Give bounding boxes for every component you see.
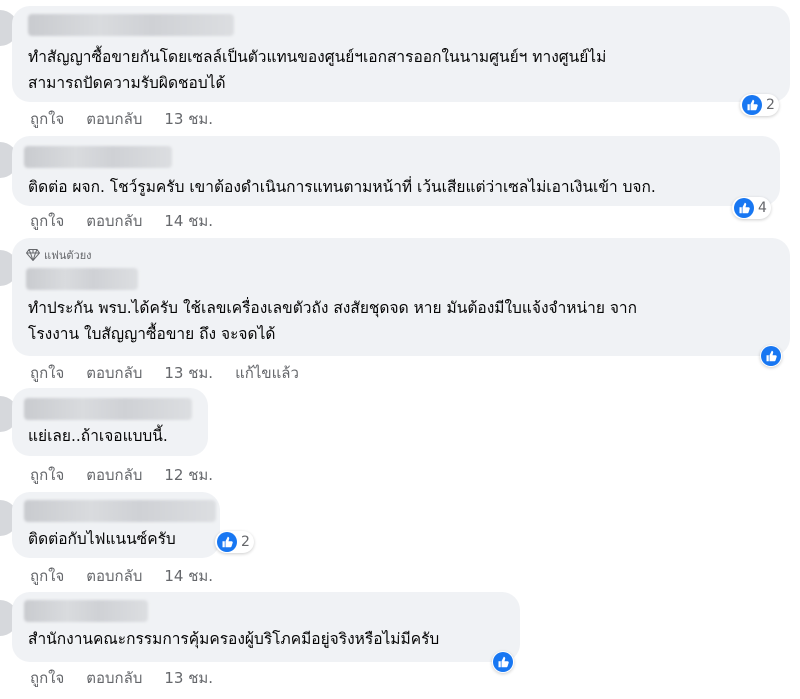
commenter-name-redacted: [24, 600, 148, 622]
thumbs-up-icon: [217, 532, 237, 552]
commenter-name-redacted: [24, 398, 192, 420]
commenter-name-redacted: [24, 146, 172, 168]
comment-thread: ทำสัญญาซื้อขายกันโดยเซลล์เป็นตัวแทนของศู…: [0, 0, 800, 699]
reply-button[interactable]: ตอบกลับ: [86, 361, 142, 385]
like-button[interactable]: ถูกใจ: [30, 463, 64, 487]
like-button[interactable]: ถูกใจ: [30, 666, 64, 690]
reaction-count[interactable]: 2: [215, 531, 254, 553]
reply-button[interactable]: ตอบกลับ: [86, 209, 142, 233]
fan-badge: แฟนตัวยง: [26, 246, 92, 264]
fan-badge-label: แฟนตัวยง: [44, 249, 92, 262]
reaction-count[interactable]: [492, 651, 514, 673]
comment-actions: ถูกใจ ตอบกลับ 14 ชม.: [30, 564, 235, 588]
edited-label[interactable]: แก้ไขแล้ว: [235, 361, 299, 385]
timestamp[interactable]: 13 ชม.: [164, 107, 213, 131]
like-button[interactable]: ถูกใจ: [30, 564, 64, 588]
comment-actions: ถูกใจ ตอบกลับ 13 ชม. แก้ไขแล้ว: [30, 361, 321, 385]
thumbs-up-icon: [734, 198, 754, 218]
reply-button[interactable]: ตอบกลับ: [86, 107, 142, 131]
reaction-count[interactable]: 2: [740, 94, 779, 116]
reaction-count-label: 2: [241, 534, 250, 550]
reply-button[interactable]: ตอบกลับ: [86, 564, 142, 588]
reply-button[interactable]: ตอบกลับ: [86, 463, 142, 487]
commenter-name-redacted: [24, 500, 216, 522]
comment-actions: ถูกใจ ตอบกลับ 14 ชม.: [30, 209, 235, 233]
comment-text: ติดต่อ ผจก. โชว์รูมครับ เขาต้องดำเนินการ…: [28, 178, 656, 196]
timestamp[interactable]: 13 ชม.: [164, 361, 213, 385]
timestamp[interactable]: 14 ชม.: [164, 209, 213, 233]
thumbs-up-icon: [493, 652, 513, 672]
reaction-count[interactable]: 4: [732, 197, 771, 219]
reaction-count-label: 4: [758, 200, 767, 216]
comment-actions: ถูกใจ ตอบกลับ 13 ชม.: [30, 107, 235, 131]
reply-button[interactable]: ตอบกลับ: [86, 666, 142, 690]
comment-text: สำนักงานคณะกรรมการคุ้มครองผู้บริโภคมีอยู…: [28, 630, 440, 648]
timestamp[interactable]: 14 ชม.: [164, 564, 213, 588]
like-button[interactable]: ถูกใจ: [30, 209, 64, 233]
commenter-name-redacted: [28, 14, 234, 36]
comment-text: ติดต่อกับไฟแนนซ์ครับ: [28, 530, 176, 548]
comment-text: ทำประกัน พรบ.ได้ครับ ใช้เลขเครื่องเลขตัว…: [28, 299, 638, 343]
commenter-name-redacted: [26, 268, 138, 290]
thumbs-up-icon: [761, 346, 781, 366]
comment-actions: ถูกใจ ตอบกลับ 12 ชม.: [30, 463, 235, 487]
timestamp[interactable]: 13 ชม.: [164, 666, 213, 690]
timestamp[interactable]: 12 ชม.: [164, 463, 213, 487]
comment-text: ทำสัญญาซื้อขายกันโดยเซลล์เป็นตัวแทนของศู…: [28, 48, 607, 92]
diamond-icon: [26, 249, 40, 261]
reaction-count-label: 2: [766, 97, 775, 113]
comment-actions: ถูกใจ ตอบกลับ 13 ชม.: [30, 666, 235, 690]
like-button[interactable]: ถูกใจ: [30, 107, 64, 131]
comment-text: แย่เลย..ถ้าเจอแบบนี้.: [28, 427, 168, 445]
like-button[interactable]: ถูกใจ: [30, 361, 64, 385]
thumbs-up-icon: [742, 95, 762, 115]
reaction-count[interactable]: [760, 345, 782, 367]
